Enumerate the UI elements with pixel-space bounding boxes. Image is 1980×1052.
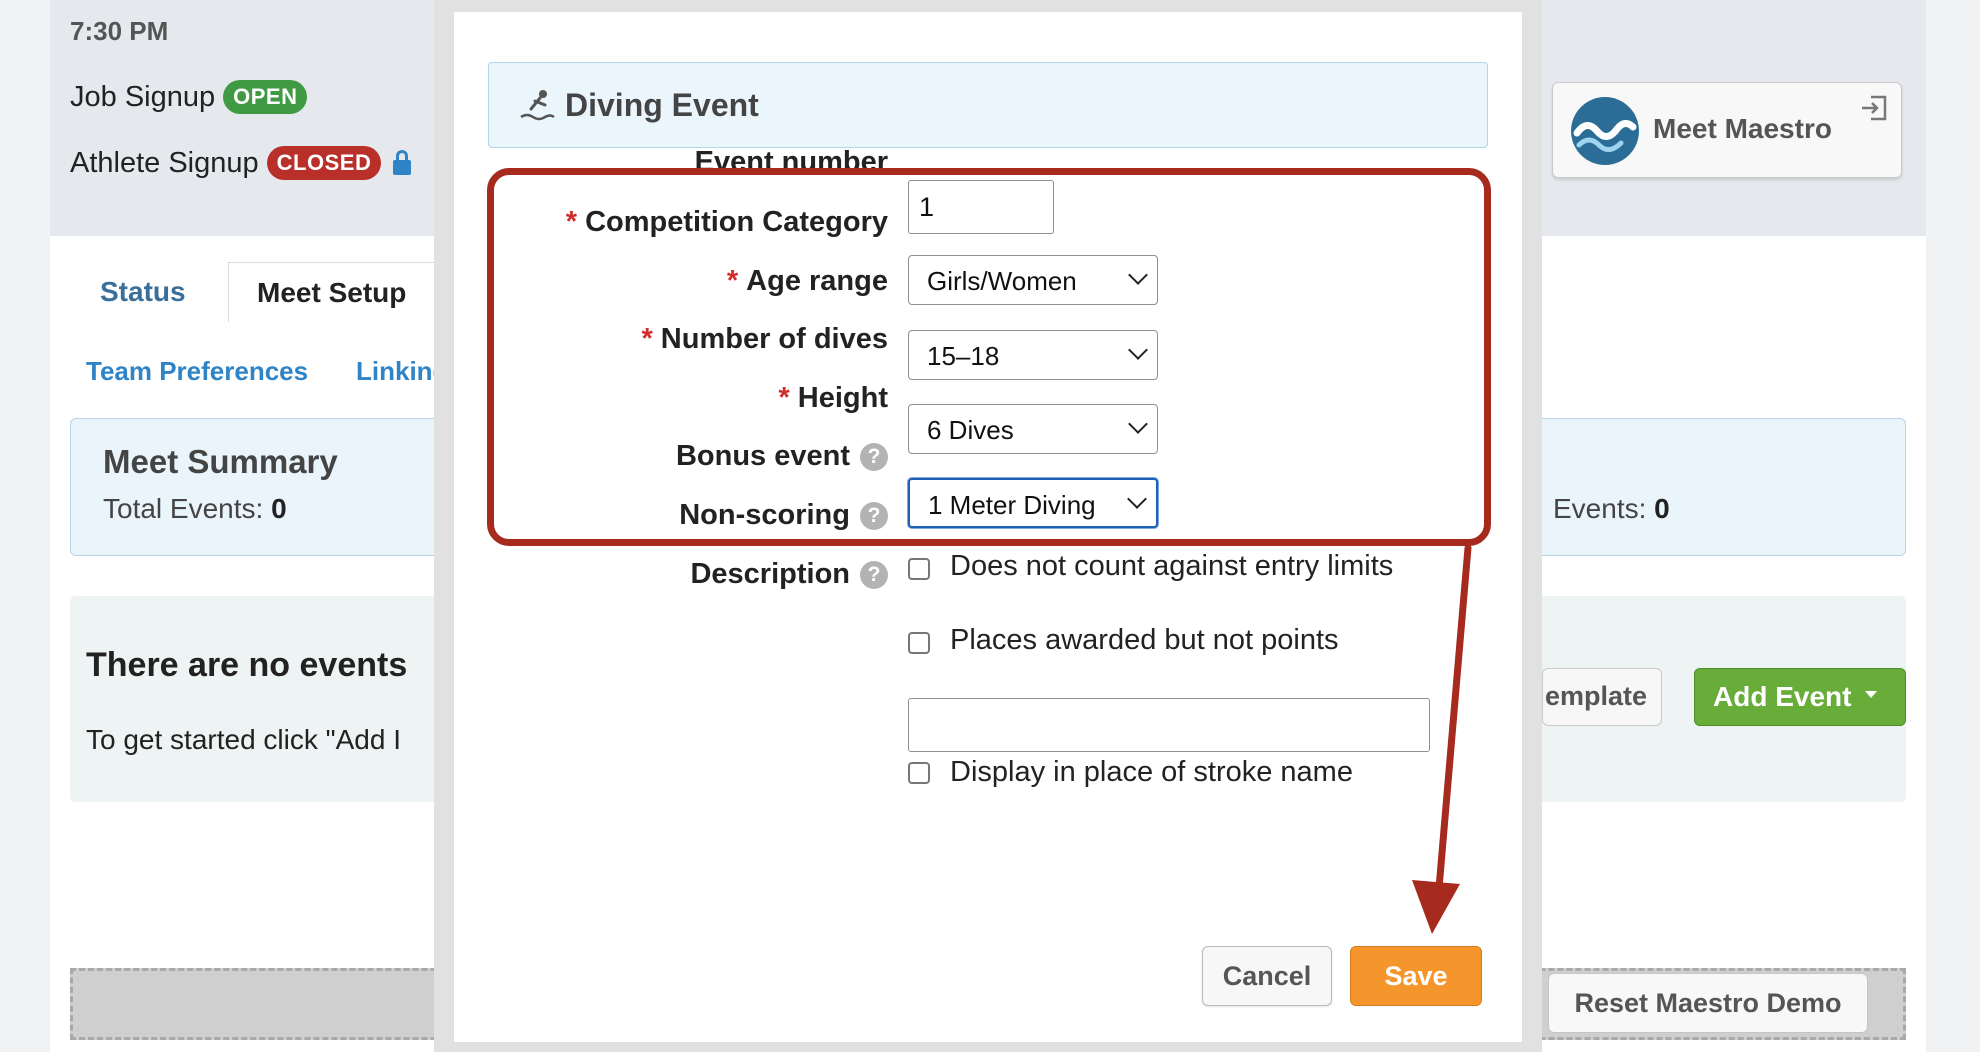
job-signup-status-badge: OPEN: [223, 80, 308, 114]
meet-maestro-button[interactable]: Meet Maestro: [1552, 82, 1902, 178]
event-number-input[interactable]: [908, 180, 1054, 234]
total-events-summary: Total Events: 0: [103, 493, 287, 524]
chevron-down-icon: [1128, 340, 1148, 360]
meet-maestro-label: Meet Maestro: [1653, 113, 1832, 144]
lock-icon: [393, 150, 412, 176]
meet-maestro-logo-icon: [1571, 97, 1639, 165]
age-range-label: * Age range: [726, 265, 888, 297]
tab-meet-setup[interactable]: Meet Setup: [228, 262, 468, 322]
chevron-down-icon: [1128, 414, 1148, 434]
athlete-signup-status-badge: CLOSED: [266, 146, 382, 180]
diving-event-modal: Diving Event Event number * Competition C…: [454, 12, 1522, 1042]
competition-category-label: * Competition Category: [565, 206, 888, 238]
age-range-value: 15–18: [927, 341, 1000, 371]
login-icon: [1862, 95, 1887, 121]
height-select[interactable]: 1 Meter Diving: [908, 478, 1158, 528]
bonus-event-label: Bonus event?: [676, 440, 888, 473]
help-icon[interactable]: ?: [860, 443, 888, 471]
job-signup-label: Job Signup: [70, 80, 216, 113]
help-icon[interactable]: ?: [860, 561, 888, 589]
job-signup-row: Job Signup OPEN: [70, 80, 308, 114]
non-scoring-label: Non-scoring?: [679, 499, 888, 532]
height-label: * Height: [778, 382, 888, 414]
caret-down-icon: [1865, 691, 1878, 699]
subnav-team-preferences[interactable]: Team Preferences: [86, 356, 308, 387]
add-event-button[interactable]: Add Event: [1694, 668, 1906, 726]
event-number-label: Event number: [694, 146, 888, 178]
competition-category-value: Girls/Women: [927, 266, 1077, 296]
right-events-summary: Events: 0: [1553, 493, 1670, 524]
tab-status[interactable]: Status: [100, 276, 186, 308]
number-of-dives-value: 6 Dives: [927, 415, 1014, 445]
chevron-down-icon: [1127, 489, 1147, 509]
help-icon[interactable]: ?: [860, 502, 888, 530]
description-input[interactable]: [908, 698, 1430, 752]
number-of-dives-label: * Number of dives: [641, 323, 888, 355]
template-button[interactable]: emplate: [1542, 668, 1662, 726]
display-stroke-name-checkbox[interactable]: [908, 762, 930, 784]
bonus-event-description: Does not count against entry limits: [950, 550, 1394, 582]
meet-summary-title: Meet Summary: [103, 443, 338, 480]
display-stroke-name-text: Display in place of stroke name: [950, 756, 1353, 788]
reset-demo-button[interactable]: Reset Maestro Demo: [1548, 973, 1868, 1033]
no-events-instructions: To get started click "Add I: [86, 724, 401, 755]
no-events-heading: There are no events: [86, 646, 408, 684]
chevron-down-icon: [1128, 265, 1148, 285]
form-labels: Event number * Competition Category * Age …: [454, 12, 888, 1042]
age-range-select[interactable]: 15–18: [908, 330, 1158, 380]
bonus-event-checkbox[interactable]: [908, 558, 930, 580]
non-scoring-checkbox[interactable]: [908, 632, 930, 654]
number-of-dives-select[interactable]: 6 Dives: [908, 404, 1158, 454]
athlete-signup-label: Athlete Signup: [70, 146, 259, 179]
athlete-signup-row: Athlete Signup CLOSED: [70, 146, 412, 180]
meet-time: 7:30 PM: [70, 16, 169, 46]
description-label: Description?: [690, 558, 888, 591]
cancel-button[interactable]: Cancel: [1202, 946, 1332, 1006]
height-value: 1 Meter Diving: [928, 490, 1096, 520]
non-scoring-description: Places awarded but not points: [950, 624, 1339, 656]
save-button[interactable]: Save: [1350, 946, 1482, 1006]
competition-category-select[interactable]: Girls/Women: [908, 255, 1158, 305]
